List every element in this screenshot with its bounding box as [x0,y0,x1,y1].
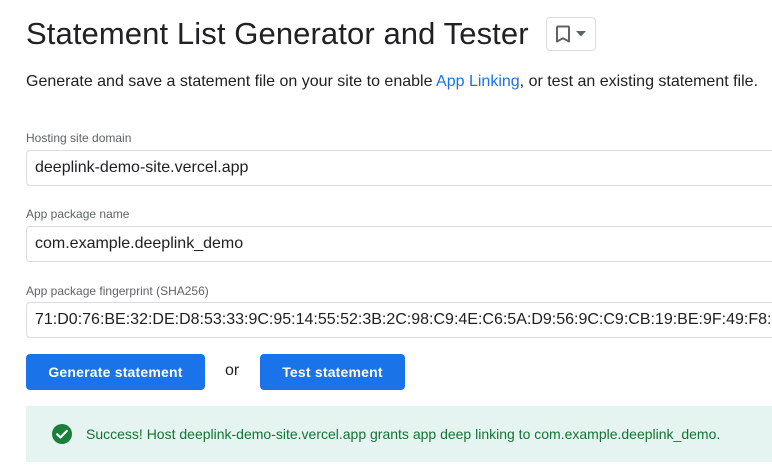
or-separator: or [225,362,240,379]
statement-list-page: Statement List Generator and Tester Gene… [0,0,772,467]
success-message: Success! Host deeplink-demo-site.vercel.… [86,426,721,442]
package-label: App package name [26,207,130,221]
chevron-down-icon [575,31,586,37]
domain-input[interactable] [26,150,772,186]
description-text-before: Generate and save a statement file on yo… [26,73,437,90]
package-name-input[interactable] [26,226,772,262]
generate-statement-button[interactable]: Generate statement [26,354,205,390]
success-banner: Success! Host deeplink-demo-site.vercel.… [26,406,772,462]
test-statement-button[interactable]: Test statement [260,354,405,390]
bookmark-button[interactable] [545,17,596,51]
app-linking-link[interactable]: App Linking [436,73,520,90]
bookmark-icon [555,25,570,43]
domain-label: Hosting site domain [26,131,132,145]
page-description: Generate and save a statement file on yo… [26,71,758,93]
fingerprint-input[interactable] [26,302,772,338]
title-row: Statement List Generator and Tester [26,14,596,54]
page-title: Statement List Generator and Tester [26,16,529,51]
check-circle-icon [51,423,73,445]
fingerprint-label: App package fingerprint (SHA256) [26,284,209,298]
description-text-after: , or test an existing statement file. [519,73,759,90]
